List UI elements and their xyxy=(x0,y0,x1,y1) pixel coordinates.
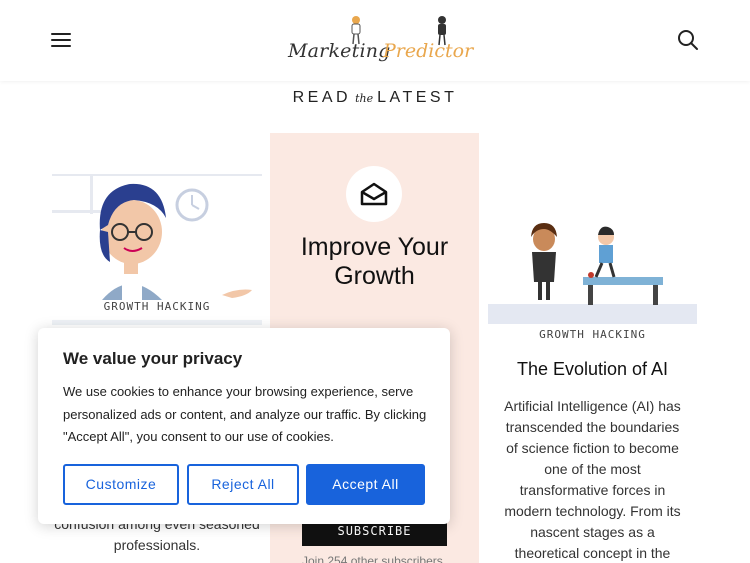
post-title[interactable]: The Evolution of AI xyxy=(488,359,697,380)
cookie-title: We value your privacy xyxy=(63,349,243,368)
post-thumbnail[interactable] xyxy=(488,207,697,324)
reject-all-button[interactable]: Reject All xyxy=(187,464,299,505)
promo-headline: Improve Your Growth xyxy=(300,233,449,290)
menu-line xyxy=(51,45,71,47)
subscriber-count: Join 254 other subscribers xyxy=(302,554,443,563)
envelope-icon xyxy=(346,166,402,222)
customize-button[interactable]: Customize xyxy=(63,464,179,505)
cartoon-business-illustration xyxy=(488,207,697,324)
menu-line xyxy=(51,33,71,35)
logo-text-marketing: Marketing xyxy=(288,40,391,62)
accept-all-button[interactable]: Accept All xyxy=(306,464,425,505)
site-header: Marketing Predictor xyxy=(0,0,750,81)
post-card-right[interactable]: GROWTH HACKING The Evolution of AI Artif… xyxy=(488,207,697,563)
logo-text-predictor: Predictor xyxy=(383,40,474,62)
cookie-description: We use cookies to enhance your browsing … xyxy=(63,384,427,444)
post-excerpt: Artificial Intelligence (AI) has transce… xyxy=(504,398,681,561)
heading-the: the xyxy=(355,92,374,105)
site-logo[interactable]: Marketing Predictor xyxy=(284,12,473,74)
cookie-consent-banner: We value your privacy We use cookies to … xyxy=(38,328,450,524)
menu-line xyxy=(51,39,71,41)
section-heading: READ the LATEST xyxy=(0,89,750,107)
heading-read: READ xyxy=(292,89,352,106)
hamburger-menu-icon[interactable] xyxy=(51,32,73,48)
heading-latest: LATEST xyxy=(377,89,458,106)
post-category-tag[interactable]: GROWTH HACKING xyxy=(488,328,697,341)
search-icon[interactable] xyxy=(677,29,699,51)
post-category-tag[interactable]: GROWTH HACKING xyxy=(52,300,262,313)
